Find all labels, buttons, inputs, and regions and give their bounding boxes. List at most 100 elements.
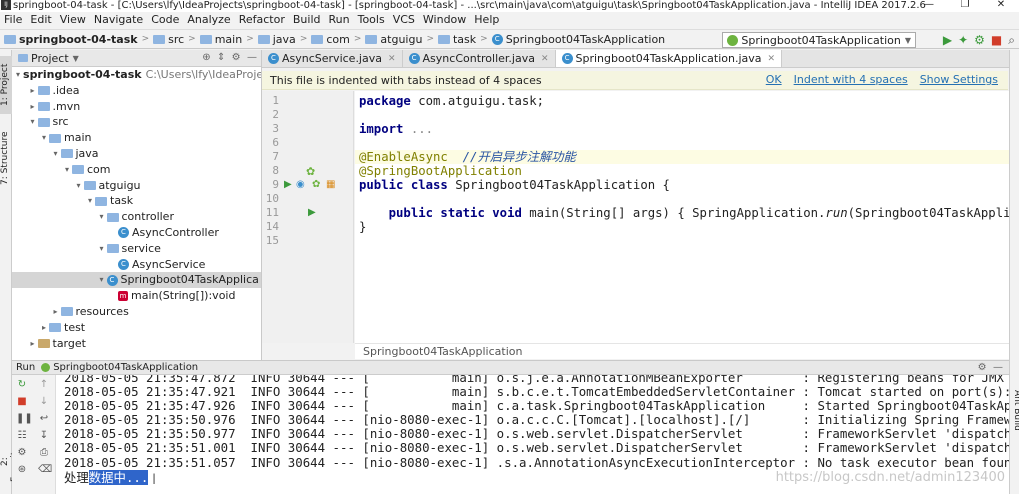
close-tab-icon[interactable]: ✕ — [388, 54, 396, 64]
chevron-down-icon[interactable]: ▾ — [74, 178, 84, 194]
stop-icon[interactable]: ■ — [991, 32, 1002, 48]
crumb-main[interactable]: main > — [199, 33, 258, 46]
tree-item-springboot04taskapplica[interactable]: ▾ C Springboot04TaskApplica — [12, 272, 261, 289]
print-icon[interactable]: ⎙ — [38, 447, 50, 459]
menu-navigate[interactable]: Navigate — [90, 12, 147, 28]
menu-file[interactable]: File — [0, 12, 26, 28]
tree-item-asynccontroller[interactable]: C AsyncController — [12, 225, 261, 241]
maximize-button[interactable]: ❐ — [947, 0, 983, 12]
run-tab[interactable]: Springboot04TaskApplication — [41, 362, 198, 373]
code-editor[interactable]: package com.atguigu.task; import ... @En… — [355, 91, 1010, 343]
chevron-down-icon[interactable]: ▾ — [39, 130, 49, 146]
tab-favorites-tool[interactable]: 2: Favorites — [0, 436, 20, 488]
pause-icon[interactable]: ❚❚ — [16, 413, 33, 425]
dump-icon[interactable]: ☷ — [16, 430, 28, 442]
menu-tools[interactable]: Tools — [354, 12, 389, 28]
crumb-com[interactable]: com > — [311, 33, 365, 46]
menu-edit[interactable]: Edit — [26, 12, 55, 28]
crumb-atguigu[interactable]: atguigu > — [365, 33, 438, 46]
chevron-down-icon[interactable]: ▾ — [62, 162, 72, 178]
project-panel-actions[interactable]: ⊕ ⇕ ⚙ — — [202, 52, 257, 63]
banner-indent-link[interactable]: Indent with 4 spaces — [794, 73, 908, 86]
pin-icon[interactable]: ⊛ — [16, 464, 28, 476]
tree-item-main[interactable]: ▾ main — [12, 130, 261, 146]
rerun-icon[interactable]: ↻ — [16, 379, 28, 391]
scroll-end-icon[interactable]: ↧ — [38, 430, 50, 442]
menu-build[interactable]: Build — [289, 12, 325, 28]
settings-icon[interactable]: ⚙ — [16, 447, 28, 459]
spring-gutter-icon[interactable]: ✿ — [312, 179, 320, 190]
chevron-right-icon[interactable]: ▸ — [28, 336, 38, 352]
tree-item-resources[interactable]: ▸ resources — [12, 304, 261, 320]
coverage-icon[interactable]: ⚙ — [974, 32, 985, 48]
run-gutter-icon[interactable]: ▶ — [308, 207, 316, 218]
chevron-down-icon[interactable]: ▾ — [16, 67, 20, 83]
tree-item-java[interactable]: ▾ java — [12, 146, 261, 162]
menu-code[interactable]: Code — [147, 12, 183, 28]
chevron-right-icon[interactable]: ▸ — [51, 304, 61, 320]
minimize-button[interactable]: — — [911, 0, 947, 12]
chevron-down-icon[interactable]: ▾ — [97, 209, 107, 225]
run-config-dropdown[interactable]: Springboot04TaskApplication ▼ — [722, 32, 916, 48]
tree-item-idea[interactable]: ▸ .idea — [12, 83, 261, 99]
down-icon[interactable]: ↓ — [38, 396, 50, 408]
crumb-project[interactable]: springboot-04-task > — [4, 33, 153, 46]
tree-item-target[interactable]: ▸ target — [12, 336, 261, 352]
run-icon[interactable]: ▶ — [943, 32, 952, 48]
editor-breadcrumb[interactable]: Springboot04TaskApplication — [355, 343, 1010, 359]
tab-project-tool[interactable]: 1: Project — [0, 56, 12, 114]
run-gutter-icon[interactable]: ▶ — [284, 179, 292, 190]
chevron-right-icon[interactable]: ▸ — [39, 320, 49, 336]
banner-ok-link[interactable]: OK — [766, 73, 782, 86]
chevron-down-icon[interactable]: ▼ — [73, 54, 79, 63]
tree-item-mvn[interactable]: ▸ .mvn — [12, 99, 261, 115]
close-tab-icon[interactable]: ✕ — [768, 54, 776, 64]
up-icon[interactable]: ↑ — [38, 379, 50, 391]
tab-asynccontroller[interactable]: C AsyncController.java ✕ — [403, 50, 556, 67]
tree-item-asyncservice[interactable]: C AsyncService — [12, 257, 261, 273]
tree-item-src[interactable]: ▾ src — [12, 114, 261, 130]
chevron-right-icon[interactable]: ▸ — [28, 99, 38, 115]
tree-item-controller[interactable]: ▾ controller — [12, 209, 261, 225]
wrap-icon[interactable]: ↩ — [38, 413, 50, 425]
search-icon[interactable]: ⌕ — [1008, 32, 1015, 48]
menu-window[interactable]: Window — [419, 12, 470, 28]
tab-ant-build[interactable]: Ant Build — [1010, 380, 1019, 440]
close-tab-icon[interactable]: ✕ — [541, 54, 549, 64]
chevron-down-icon[interactable]: ▾ — [85, 193, 95, 209]
tree-item-springboot-04-task[interactable]: ▾ springboot-04-task C:\Users\lfy\IdeaProj… — [12, 67, 261, 83]
crumb-src[interactable]: src > — [153, 33, 200, 46]
chevron-right-icon[interactable]: ▸ — [28, 83, 38, 99]
chevron-down-icon[interactable]: ▾ — [51, 146, 61, 162]
crumb-java[interactable]: java > — [257, 33, 312, 46]
spring-bean-icon[interactable]: ✿ — [306, 165, 315, 178]
debug-icon[interactable]: ✦ — [958, 32, 968, 48]
tab-springboot04taskapplication[interactable]: C Springboot04TaskApplication.java ✕ — [555, 50, 783, 67]
trash-icon[interactable]: ⌫ — [38, 464, 52, 476]
menu-view[interactable]: View — [56, 12, 90, 28]
tab-asyncservice[interactable]: C AsyncService.java ✕ — [262, 50, 403, 67]
editor-gutter[interactable]: 1 2 3 6 7 8 9 10 11 14 15 ✿ ▶ ◉ ✿ ▦ ▶ — [262, 91, 354, 343]
banner-settings-link[interactable]: Show Settings — [920, 73, 998, 86]
chevron-down-icon[interactable]: ▾ — [97, 241, 107, 257]
crumb-task[interactable]: task > — [437, 33, 492, 46]
menu-analyze[interactable]: Analyze — [183, 12, 234, 28]
tree-item-task[interactable]: ▾ task — [12, 193, 261, 209]
class-gutter-icon[interactable]: ◉ — [296, 179, 305, 190]
tree-item-test[interactable]: ▸ test — [12, 320, 261, 336]
menu-vcs[interactable]: VCS — [389, 12, 419, 28]
menu-refactor[interactable]: Refactor — [235, 12, 289, 28]
tree-item-atguigu[interactable]: ▾ atguigu — [12, 178, 261, 194]
run-panel-actions[interactable]: ⚙ — — [978, 362, 1003, 373]
tree-item-service[interactable]: ▾ service — [12, 241, 261, 257]
tree-item-main-string-void[interactable]: m main(String[]):void — [12, 288, 261, 304]
stop-icon[interactable]: ■ — [16, 396, 28, 408]
close-button[interactable]: ✕ — [983, 0, 1019, 12]
tree-item-com[interactable]: ▾ com — [12, 162, 261, 178]
chevron-down-icon[interactable]: ▾ — [97, 272, 107, 288]
tab-structure-tool[interactable]: 7: Structure — [0, 128, 12, 188]
chevron-down-icon[interactable]: ▾ — [28, 114, 38, 130]
menu-run[interactable]: Run — [325, 12, 354, 28]
crumb-class[interactable]: C Springboot04TaskApplication — [491, 33, 665, 46]
menu-help[interactable]: Help — [470, 12, 503, 28]
